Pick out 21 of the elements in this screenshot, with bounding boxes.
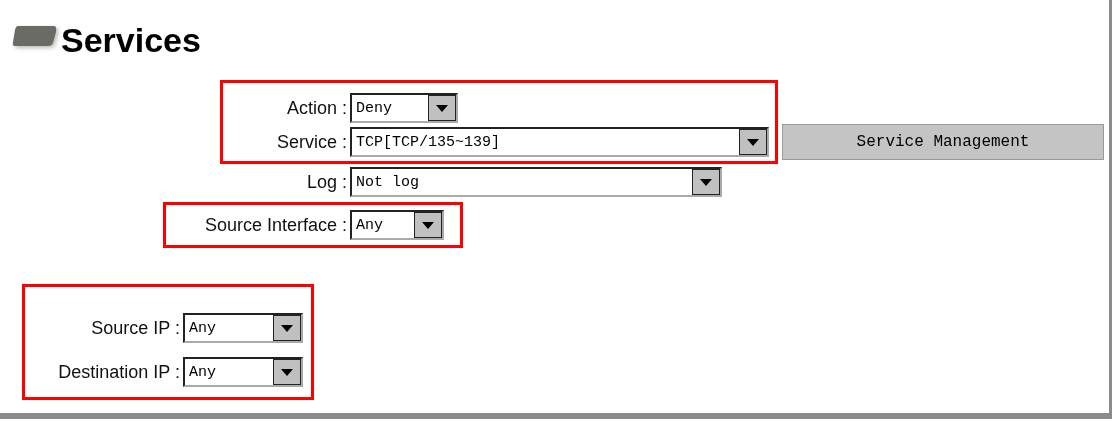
dropdown[interactable]: Any <box>350 210 444 240</box>
dropdown-arrow-icon[interactable] <box>414 212 442 238</box>
dropdown[interactable]: Any <box>183 313 303 343</box>
dropdown-arrow-icon[interactable] <box>273 359 301 385</box>
dropdown-arrow-icon[interactable] <box>273 315 301 341</box>
dropdown-arrow-icon[interactable] <box>692 169 720 195</box>
field-label: Source IP : <box>90 317 181 339</box>
dropdown-arrow-icon[interactable] <box>739 129 767 155</box>
field-label: Source Interface : <box>203 214 348 236</box>
dropdown[interactable]: Deny <box>350 93 458 123</box>
field-label: Destination IP : <box>57 361 181 383</box>
service-management-button[interactable]: Service Management <box>782 124 1104 160</box>
field-label: Log : <box>305 171 348 193</box>
dropdown-arrow-icon[interactable] <box>428 95 456 121</box>
field-label: Service : <box>275 131 348 153</box>
bullet-icon <box>12 24 58 48</box>
dropdown[interactable]: Any <box>183 357 303 387</box>
dropdown[interactable]: Not log <box>350 167 722 197</box>
field-label: Action : <box>285 97 348 119</box>
page-title: Services <box>61 20 201 60</box>
dropdown[interactable]: TCP[TCP/135~139] <box>350 127 769 157</box>
